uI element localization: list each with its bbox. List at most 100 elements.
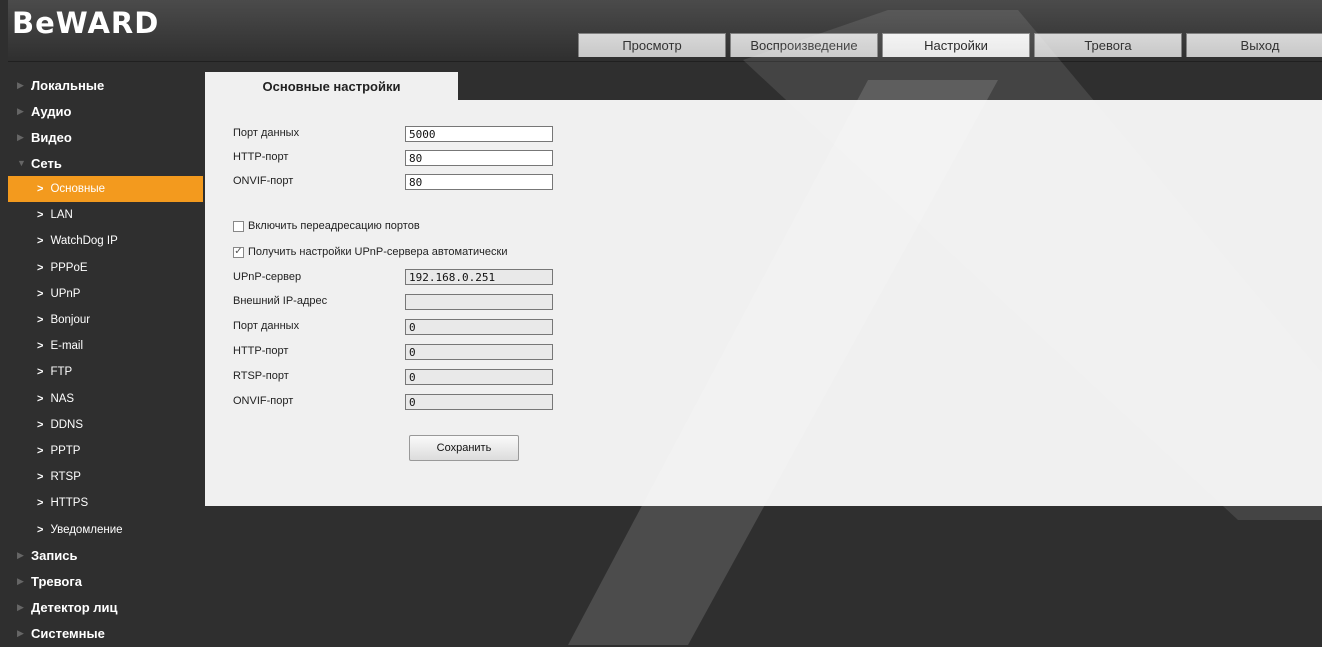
upnp-onvif-port-input[interactable] <box>405 394 553 410</box>
sidebar-section-audio[interactable]: ▶ Аудио <box>8 98 203 124</box>
upnp-data-port-input[interactable] <box>405 319 553 335</box>
chevron-right-icon: > <box>37 523 44 536</box>
chevron-right-icon: > <box>37 340 44 353</box>
chevron-right-icon: > <box>37 471 44 484</box>
collapsed-triangle-icon: ▶ <box>17 131 24 142</box>
upnp-server-label: UPnP-сервер <box>233 271 302 283</box>
sidebar-section-label: Аудио <box>31 103 72 119</box>
sidebar-section-alarm[interactable]: ▶ Тревога <box>8 569 203 595</box>
sidebar-section-label: Системные <box>31 626 105 642</box>
sidebar-item-label: Уведомление <box>50 523 123 536</box>
sidebar-item-lan[interactable]: > LAN <box>8 202 203 228</box>
sidebar-item-label: Bonjour <box>50 314 91 327</box>
tab-playback[interactable]: Воспроизведение <box>730 33 878 57</box>
sidebar-item-label: WatchDog IP <box>50 235 118 248</box>
chevron-right-icon: > <box>37 314 44 327</box>
chevron-right-icon: > <box>37 261 44 274</box>
collapsed-triangle-icon: ▶ <box>17 79 24 90</box>
sidebar-item-label: DDNS <box>50 418 84 431</box>
sidebar-item-label: UPnP <box>50 287 81 300</box>
sidebar-item-upnp[interactable]: > UPnP <box>8 281 203 307</box>
sidebar-item-pppoe[interactable]: > PPPoE <box>8 255 203 281</box>
chevron-right-icon: > <box>37 444 44 457</box>
upnp-auto-label: Получить настройки UPnP-сервера автомати… <box>248 246 508 258</box>
tab-settings[interactable]: Настройки <box>882 33 1030 57</box>
onvif-port-label: ONVIF-порт <box>233 175 294 187</box>
port-forwarding-label: Включить переадресацию портов <box>248 220 420 232</box>
save-button[interactable]: Сохранить <box>409 435 519 461</box>
top-bar: BeWARD Просмотр Воспроизведение Настройк… <box>8 0 1322 62</box>
http-port-input[interactable] <box>405 150 553 166</box>
chevron-right-icon: > <box>37 209 44 222</box>
sidebar-item-label: E-mail <box>50 340 84 353</box>
collapsed-triangle-icon: ▶ <box>17 105 24 116</box>
sidebar-item-https[interactable]: > HTTPS <box>8 490 203 516</box>
sidebar-section-label: Сеть <box>31 155 62 171</box>
chevron-right-icon: > <box>37 287 44 300</box>
sidebar-section-system[interactable]: ▶ Системные <box>8 621 203 647</box>
sidebar-item-ddns[interactable]: > DDNS <box>8 412 203 438</box>
sidebar-item-label: PPTP <box>50 444 81 457</box>
sidebar-item-label: Основные <box>50 183 106 196</box>
collapsed-triangle-icon: ▶ <box>17 628 24 639</box>
sidebar-item-ftp[interactable]: > FTP <box>8 359 203 385</box>
main-navigation: Просмотр Воспроизведение Настройки Трево… <box>578 33 1322 57</box>
chevron-right-icon: > <box>37 418 44 431</box>
external-ip-label: Внешний IP-адрес <box>233 295 328 307</box>
sidebar-section-network[interactable]: ▼ Сеть <box>8 150 203 176</box>
port-forwarding-option[interactable]: Включить переадресацию портов <box>233 220 420 232</box>
upnp-auto-option[interactable]: ✓ Получить настройки UPnP-сервера автома… <box>233 246 507 258</box>
tab-basic-settings[interactable]: Основные настройки <box>205 72 458 100</box>
external-ip-input[interactable] <box>405 294 553 310</box>
data-port-input[interactable] <box>405 126 553 142</box>
sidebar-section-recording[interactable]: ▶ Запись <box>8 543 203 569</box>
tab-alarm[interactable]: Тревога <box>1034 33 1182 57</box>
upnp-server-input[interactable] <box>405 269 553 285</box>
sidebar-section-local[interactable]: ▶ Локальные <box>8 72 203 98</box>
upnp-auto-checkbox[interactable]: ✓ <box>233 246 244 258</box>
sidebar-item-notification[interactable]: > Уведомление <box>8 516 203 542</box>
sidebar-item-label: NAS <box>50 392 75 405</box>
sidebar-item-nas[interactable]: > NAS <box>8 386 203 412</box>
upnp-rtsp-port-input[interactable] <box>405 369 553 385</box>
upnp-onvif-port-label: ONVIF-порт <box>233 395 294 407</box>
sidebar-item-label: RTSP <box>50 471 81 484</box>
onvif-port-input[interactable] <box>405 174 553 190</box>
collapsed-triangle-icon: ▶ <box>17 550 24 561</box>
chevron-right-icon: > <box>37 235 44 248</box>
sidebar-item-bonjour[interactable]: > Bonjour <box>8 307 203 333</box>
sidebar-section-label: Запись <box>31 548 78 564</box>
sidebar-item-label: PPPoE <box>50 261 88 274</box>
sidebar-section-label: Тревога <box>31 574 83 590</box>
sidebar-item-email[interactable]: > E-mail <box>8 333 203 359</box>
expanded-triangle-icon: ▼ <box>17 158 26 168</box>
sidebar-item-pptp[interactable]: > PPTP <box>8 438 203 464</box>
port-forwarding-checkbox[interactable] <box>233 220 244 232</box>
data-port-label: Порт данных <box>233 127 300 139</box>
chevron-right-icon: > <box>37 366 44 379</box>
chevron-right-icon: > <box>37 497 44 510</box>
upnp-rtsp-port-label: RTSP-порт <box>233 370 289 382</box>
sidebar-item-label: HTTPS <box>50 497 89 510</box>
chevron-right-icon: > <box>37 183 44 196</box>
tab-view[interactable]: Просмотр <box>578 33 726 57</box>
sidebar-section-label: Видео <box>31 129 72 145</box>
collapsed-triangle-icon: ▶ <box>17 576 24 587</box>
upnp-http-port-input[interactable] <box>405 344 553 360</box>
sidebar-section-face-detector[interactable]: ▶ Детектор лиц <box>8 595 203 621</box>
sidebar-item-watchdog-ip[interactable]: > WatchDog IP <box>8 228 203 254</box>
sidebar-item-label: FTP <box>50 366 73 379</box>
sidebar-section-video[interactable]: ▶ Видео <box>8 124 203 150</box>
sidebar-section-label: Локальные <box>31 77 105 93</box>
collapsed-triangle-icon: ▶ <box>17 602 24 613</box>
http-port-label: HTTP-порт <box>233 151 289 163</box>
sidebar-item-basic[interactable]: > Основные <box>8 176 203 203</box>
upnp-http-port-label: HTTP-порт <box>233 345 289 357</box>
upnp-data-port-label: Порт данных <box>233 320 300 332</box>
sidebar-item-rtsp[interactable]: > RTSP <box>8 464 203 490</box>
chevron-right-icon: > <box>37 392 44 405</box>
tab-logout[interactable]: Выход <box>1186 33 1322 57</box>
sidebar-section-label: Детектор лиц <box>31 600 118 616</box>
panel-header: Основные настройки <box>205 72 1322 100</box>
settings-sidebar: ▶ Локальные ▶ Аудио ▶ Видео ▼ Сеть > Основные… <box>8 72 203 647</box>
